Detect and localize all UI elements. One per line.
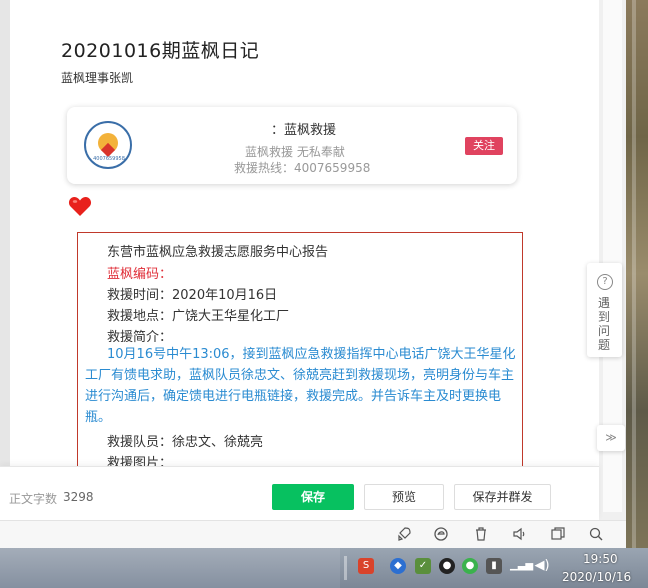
- device-icon[interactable]: ▮: [486, 558, 502, 574]
- follow-button[interactable]: 关注: [465, 137, 503, 155]
- report-code-label: 蓝枫编码：: [107, 267, 173, 282]
- network-icon[interactable]: ▁▃▅: [510, 558, 533, 574]
- help-float-button[interactable]: ? 遇到问题: [587, 263, 622, 357]
- sogou-ime-icon[interactable]: S: [358, 558, 374, 574]
- taskbar-empty-area[interactable]: [0, 548, 340, 588]
- desktop-wallpaper: [626, 0, 648, 548]
- heart-icon: [68, 196, 92, 216]
- windows-taskbar: S ◆ ✓ ● ● ▮ ▁▃▅ ◀) 19:50 2020/10/16: [0, 548, 648, 588]
- account-card[interactable]: 4007659958 ：蓝枫救援 蓝枫救援 无私奉献 救援热线：40076599…: [67, 107, 517, 184]
- taskbar-separator: [344, 556, 347, 580]
- qq-icon[interactable]: ●: [439, 558, 455, 574]
- report-heading: 东营市蓝枫应急救援志愿服务中心报告: [107, 245, 329, 260]
- save-and-publish-button[interactable]: 保存并群发: [454, 484, 551, 510]
- report-box[interactable]: 东营市蓝枫应急救援志愿服务中心报告 蓝枫编码： 救援时间：2020年10月16日…: [77, 232, 523, 466]
- trash-icon[interactable]: [473, 526, 489, 542]
- help-text: 遇到问题: [598, 296, 611, 352]
- collapse-button[interactable]: ≫: [597, 425, 625, 451]
- speaker-icon[interactable]: [512, 526, 528, 542]
- report-place: 救援地点：广饶大王华星化工厂: [107, 309, 290, 324]
- preview-button[interactable]: 预览: [364, 484, 444, 510]
- report-images-label: 救援图片：: [107, 456, 173, 466]
- account-description: 蓝枫救援 无私奉献: [245, 145, 345, 159]
- clock-date[interactable]: 2020/10/16: [562, 570, 631, 584]
- article-title[interactable]: 20201016期蓝枫日记: [61, 36, 259, 63]
- usb-icon[interactable]: ✓: [415, 558, 431, 574]
- report-intro-label: 救援简介：: [107, 330, 173, 345]
- editor-area: 20201016期蓝枫日记 蓝枫理事张凯 4007659958 ：蓝枫救援 蓝枫…: [10, 0, 599, 466]
- bottom-action-bar: 正文字数 3298 保存 预览 保存并群发: [0, 466, 599, 520]
- browser-toolbar: [0, 520, 626, 548]
- rocket-icon[interactable]: [396, 526, 412, 542]
- question-icon: ?: [597, 274, 613, 290]
- save-button[interactable]: 保存: [272, 484, 354, 510]
- account-logo: 4007659958: [84, 121, 132, 169]
- account-name: ：蓝枫救援: [271, 123, 337, 138]
- word-count-label: 正文字数: [9, 492, 58, 506]
- word-count-value: 3298: [63, 490, 94, 504]
- article-author[interactable]: 蓝枫理事张凯: [61, 69, 133, 86]
- clock-time[interactable]: 19:50: [583, 552, 618, 566]
- account-logo-text: 4007659958: [93, 156, 125, 162]
- wechat-icon[interactable]: ●: [462, 558, 478, 574]
- report-time: 救援时间：2020年10月16日: [107, 288, 278, 303]
- account-hotline: 救援热线：4007659958: [234, 161, 371, 175]
- search-icon[interactable]: [588, 526, 604, 542]
- edge-icon[interactable]: [433, 526, 449, 542]
- volume-icon[interactable]: ◀): [534, 558, 550, 574]
- window-icon[interactable]: [550, 526, 566, 542]
- report-intro-text: 10月16号中午13:06，接到蓝枫应急救援指挥中心电话广饶大王华星化工厂有馈电…: [85, 347, 516, 425]
- shield-icon[interactable]: ◆: [390, 558, 406, 574]
- report-members: 救援队员：徐忠文、徐兢亮: [107, 435, 264, 450]
